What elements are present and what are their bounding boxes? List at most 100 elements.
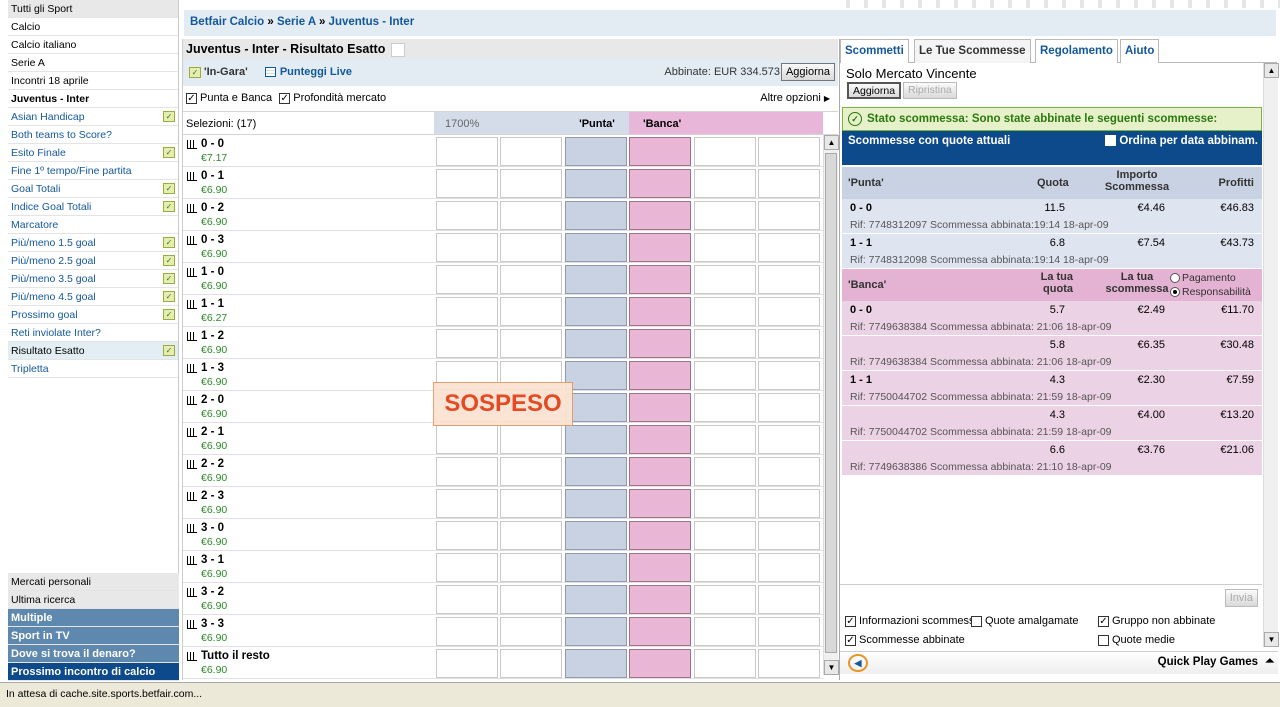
best-lay-price-cell[interactable]	[629, 265, 691, 294]
info-checkbox[interactable]: ✓	[845, 615, 856, 627]
tab-le-tue-scommesse[interactable]: Le Tue Scommesse	[914, 39, 1031, 63]
lay-price-cell-2[interactable]	[694, 265, 756, 294]
sidebar-item-prossimo-goal[interactable]: Prossimo goal ✓	[8, 306, 178, 324]
back-price-cell-2[interactable]	[500, 137, 562, 166]
chart-icon[interactable]	[187, 652, 197, 661]
back-price-cell-3[interactable]	[436, 649, 498, 678]
lay-price-cell-3[interactable]	[758, 617, 820, 646]
best-lay-price-cell[interactable]	[629, 617, 691, 646]
best-lay-price-cell[interactable]	[629, 457, 691, 486]
merged-odds-checkbox[interactable]	[971, 615, 982, 627]
chart-icon[interactable]	[187, 588, 197, 597]
liability-radio[interactable]	[1170, 287, 1180, 298]
lay-price-cell-2[interactable]	[694, 233, 756, 262]
lay-price-cell-3[interactable]	[758, 169, 820, 198]
lay-price-cell-2[interactable]	[694, 393, 756, 422]
send-button[interactable]: Invia	[1224, 589, 1258, 607]
lay-price-cell-2[interactable]	[694, 361, 756, 390]
unmatched-group-checkbox[interactable]: ✓	[1098, 615, 1109, 627]
merged-odds-option[interactable]: Quote amalgamate	[971, 615, 1079, 627]
lay-price-cell-3[interactable]	[758, 201, 820, 230]
tab-regolamento[interactable]: Regolamento	[1035, 39, 1118, 63]
lay-price-cell-3[interactable]	[758, 393, 820, 422]
lay-price-cell-3[interactable]	[758, 329, 820, 358]
reset-button[interactable]: Ripristina	[903, 82, 957, 99]
chart-icon[interactable]	[187, 460, 197, 469]
lay-price-cell-2[interactable]	[694, 425, 756, 454]
back-price-cell-3[interactable]	[436, 201, 498, 230]
back-price-cell-3[interactable]	[436, 585, 498, 614]
sidebar-link-dove-si-trova-il-denaro[interactable]: Dove si trova il denaro?	[8, 645, 179, 663]
chart-icon[interactable]	[187, 300, 197, 309]
sort-by-date-option[interactable]: Ordina per data abbinam.	[1105, 135, 1258, 147]
sidebar-item-incontri-18-aprile[interactable]: Incontri 18 aprile	[8, 72, 178, 90]
sidebar-item-serie-a[interactable]: Serie A	[8, 54, 178, 72]
sidebar-link-sport-in-tv[interactable]: Sport in TV	[8, 627, 179, 645]
best-back-price-cell[interactable]	[565, 617, 627, 646]
back-price-cell-3[interactable]	[436, 329, 498, 358]
best-lay-price-cell[interactable]	[629, 329, 691, 358]
back-price-cell-2[interactable]	[500, 265, 562, 294]
lay-price-cell-2[interactable]	[694, 201, 756, 230]
sidebar-item-indice-goal-totali[interactable]: Indice Goal Totali ✓	[8, 198, 178, 216]
best-lay-price-cell[interactable]	[629, 489, 691, 518]
sidebar-link-ultima-ricerca[interactable]: Ultima ricerca	[8, 591, 179, 609]
sort-by-date-checkbox[interactable]	[1105, 135, 1117, 147]
sidebar-item-pi-meno-2-5-goal[interactable]: Più/meno 2.5 goal ✓	[8, 252, 178, 270]
best-lay-price-cell[interactable]	[629, 137, 691, 166]
lay-price-cell-2[interactable]	[694, 521, 756, 550]
best-lay-price-cell[interactable]	[629, 425, 691, 454]
sidebar-item-pi-meno-4-5-goal[interactable]: Più/meno 4.5 goal ✓	[8, 288, 178, 306]
breadcrumb-betfair-calcio[interactable]: Betfair Calcio	[190, 16, 264, 28]
lay-price-cell-2[interactable]	[694, 585, 756, 614]
back-price-cell-3[interactable]	[436, 425, 498, 454]
lay-price-cell-3[interactable]	[758, 553, 820, 582]
back-price-cell-2[interactable]	[500, 457, 562, 486]
back-price-cell-2[interactable]	[500, 201, 562, 230]
best-back-price-cell[interactable]	[565, 585, 627, 614]
sidebar-item-calcio[interactable]: Calcio	[8, 18, 178, 36]
quick-play-bar[interactable]: ◀ Quick Play Games ⏶	[840, 651, 1278, 674]
lay-price-cell-3[interactable]	[758, 361, 820, 390]
lay-price-cell-3[interactable]	[758, 585, 820, 614]
market-scrollbar[interactable]: ▲ ▼	[823, 135, 839, 675]
back-price-cell-2[interactable]	[500, 489, 562, 518]
chart-icon[interactable]	[187, 236, 197, 245]
live-scores-link[interactable]: Punteggi Live	[264, 66, 352, 78]
lay-price-cell-2[interactable]	[694, 169, 756, 198]
sidebar-item-esito-finale[interactable]: Esito Finale ✓	[8, 144, 178, 162]
sidebar-item-pi-meno-3-5-goal[interactable]: Più/meno 3.5 goal ✓	[8, 270, 178, 288]
chart-icon[interactable]	[187, 396, 197, 405]
scroll-up-icon[interactable]: ▲	[1264, 63, 1279, 78]
best-back-price-cell[interactable]	[565, 137, 627, 166]
best-lay-price-cell[interactable]	[629, 553, 691, 582]
lay-price-cell-3[interactable]	[758, 297, 820, 326]
tab-scommetti[interactable]: Scommetti	[840, 39, 909, 63]
lay-price-cell-3[interactable]	[758, 137, 820, 166]
back-price-cell-2[interactable]	[500, 169, 562, 198]
best-lay-price-cell[interactable]	[629, 585, 691, 614]
best-back-price-cell[interactable]	[565, 553, 627, 582]
lay-price-cell-2[interactable]	[694, 489, 756, 518]
back-price-cell-3[interactable]	[436, 489, 498, 518]
scroll-thumb[interactable]	[825, 153, 837, 653]
back-price-cell-2[interactable]	[500, 329, 562, 358]
lay-price-cell-3[interactable]	[758, 521, 820, 550]
bets-scrollbar[interactable]: ▲ ▼	[1263, 63, 1279, 647]
scroll-up-icon[interactable]: ▲	[824, 135, 839, 150]
chart-icon[interactable]	[187, 172, 197, 181]
best-lay-price-cell[interactable]	[629, 361, 691, 390]
sidebar-item-tutti-gli-sport[interactable]: Tutti gli Sport	[8, 0, 178, 18]
refresh-bets-button[interactable]: Aggiorna	[847, 82, 902, 99]
sidebar-item-calcio-italiano[interactable]: Calcio italiano	[8, 36, 178, 54]
lay-price-cell-2[interactable]	[694, 457, 756, 486]
breadcrumb-match[interactable]: Juventus - Inter	[329, 16, 415, 28]
back-price-cell-3[interactable]	[436, 457, 498, 486]
sidebar-item-juventus-inter[interactable]: Juventus - Inter	[8, 90, 178, 108]
sidebar-item-pi-meno-1-5-goal[interactable]: Più/meno 1.5 goal ✓	[8, 234, 178, 252]
best-back-price-cell[interactable]	[565, 233, 627, 262]
breadcrumb-serie-a[interactable]: Serie A	[277, 16, 316, 28]
best-back-price-cell[interactable]	[565, 521, 627, 550]
chart-icon[interactable]	[187, 492, 197, 501]
chart-icon[interactable]	[187, 428, 197, 437]
